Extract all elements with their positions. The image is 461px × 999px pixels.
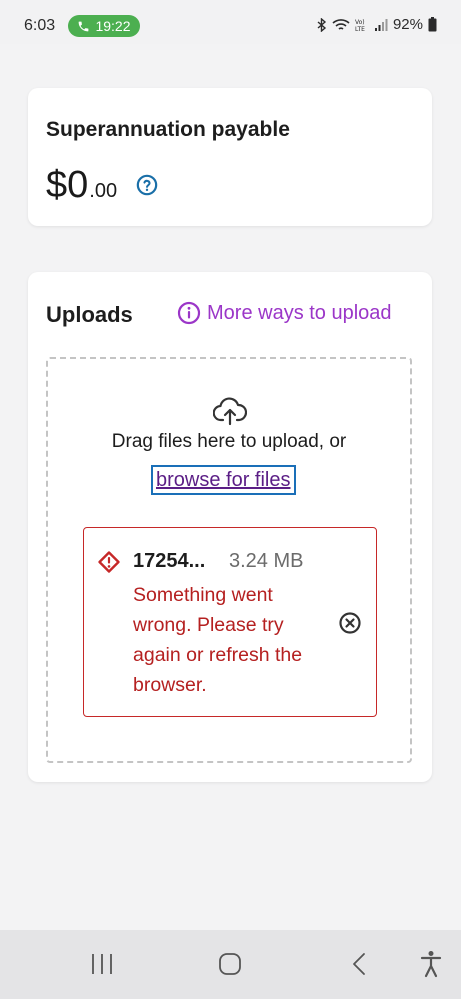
wifi-icon <box>332 18 350 30</box>
status-time: 6:03 <box>24 17 56 34</box>
signal-icon <box>374 18 388 31</box>
uploads-card: Uploads More ways to upload Drag files h… <box>28 272 432 782</box>
status-bar: 6:03 19:22 Vo) LTE 92% <box>0 0 461 44</box>
more-ways-to-upload-link[interactable]: More ways to upload <box>177 301 392 325</box>
svg-text:Vo): Vo) <box>355 19 365 26</box>
more-ways-label: More ways to upload <box>207 301 392 324</box>
file-dropzone[interactable]: Drag files here to upload, or browse for… <box>46 357 412 763</box>
question-circle-icon[interactable] <box>136 174 158 196</box>
call-duration: 19:22 <box>95 18 131 34</box>
remove-file-icon[interactable] <box>338 611 362 635</box>
battery-icon <box>428 17 437 32</box>
volte-icon: Vo)LTE <box>355 19 365 32</box>
bluetooth-icon <box>317 17 327 32</box>
battery-percent: 92% <box>392 16 423 33</box>
info-icon <box>177 301 201 325</box>
recents-icon[interactable] <box>90 952 114 976</box>
drag-instructions: Drag files here to upload, or <box>111 431 347 452</box>
browse-files-button[interactable]: browse for files <box>151 465 296 495</box>
file-size: 3.24 MB <box>229 550 304 572</box>
superannuation-amount: $0 .00 <box>46 164 117 207</box>
home-icon[interactable] <box>218 952 242 976</box>
amount-dollars: $0 <box>46 164 89 206</box>
superannuation-title: Superannuation payable <box>46 118 290 141</box>
navigation-bar <box>0 930 461 999</box>
upload-error-item: 17254... 3.24 MB Something went wrong. P… <box>83 527 377 717</box>
call-pill[interactable]: 19:22 <box>68 15 140 37</box>
error-octagon-icon <box>98 551 120 573</box>
svg-text:LTE: LTE <box>355 26 365 32</box>
uploads-title: Uploads <box>46 302 133 327</box>
back-icon[interactable] <box>348 952 372 976</box>
phone-icon <box>79 21 89 31</box>
file-name: 17254... <box>133 550 206 572</box>
superannuation-card: Superannuation payable $0 .00 <box>28 88 432 226</box>
error-message: Something went wrong. Please try again o… <box>133 584 303 696</box>
accessibility-icon[interactable] <box>419 950 443 978</box>
amount-cents: .00 <box>89 180 118 202</box>
cloud-upload-icon <box>213 397 247 426</box>
